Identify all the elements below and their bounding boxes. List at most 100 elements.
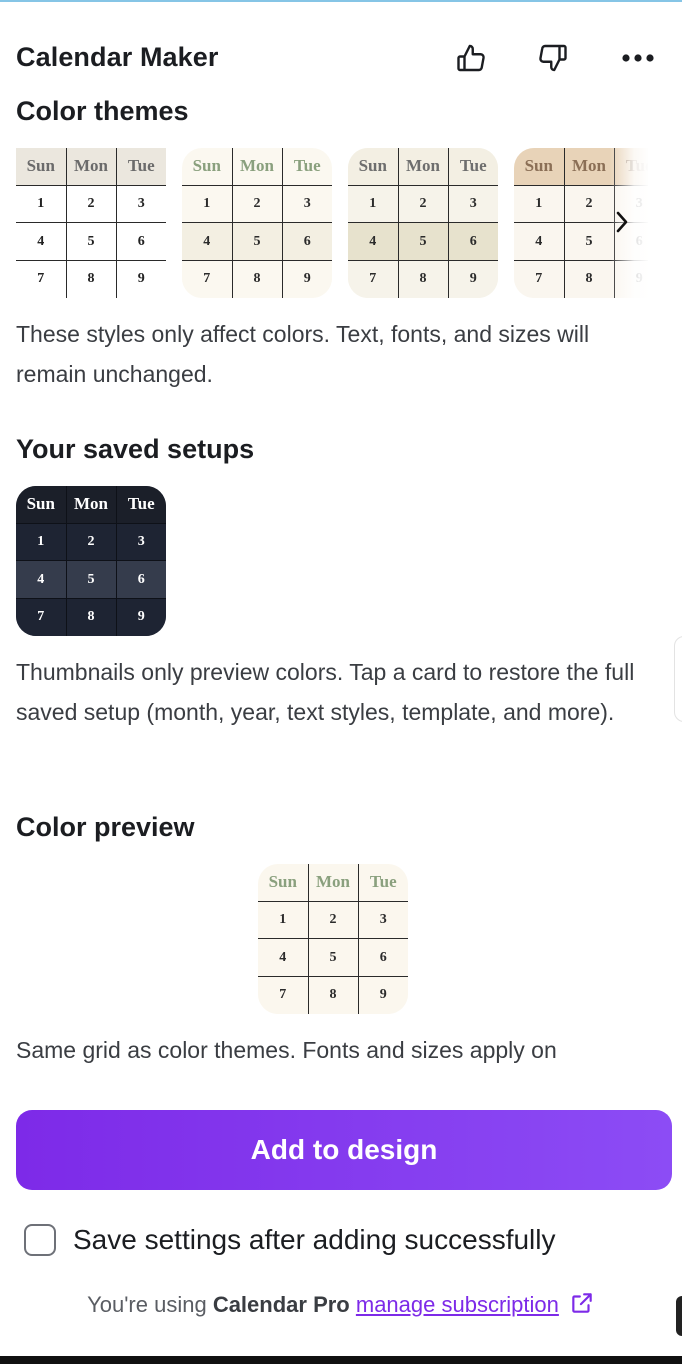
more-icon[interactable] — [618, 38, 658, 78]
date-cell: 9 — [115, 259, 166, 298]
date-cell: 4 — [514, 222, 565, 261]
manage-subscription-link[interactable]: manage subscription — [356, 1292, 559, 1317]
day-header: Sun — [348, 148, 399, 186]
save-settings-checkbox[interactable] — [24, 1224, 56, 1256]
date-cell: 8 — [231, 259, 283, 298]
day-header: Sun — [16, 148, 67, 186]
date-cell: 7 — [16, 597, 67, 636]
day-header: Mon — [65, 486, 117, 524]
side-handle[interactable] — [674, 636, 682, 722]
date-cell: 4 — [182, 222, 233, 261]
app-title: Calendar Maker — [16, 42, 219, 72]
date-cell: 5 — [231, 222, 283, 261]
calendar-maker-panel: Calendar Maker Color themes Sun Mon Tue … — [0, 0, 682, 1364]
date-cell: 8 — [563, 259, 615, 298]
day-header: Sun — [16, 486, 67, 524]
date-cell: 8 — [65, 597, 117, 636]
date-cell: 6 — [115, 560, 166, 599]
header: Calendar Maker — [16, 38, 666, 82]
calendar-grid: Sun Mon Tue 1 2 3 4 5 6 7 8 9 — [16, 486, 166, 636]
date-cell: 7 — [258, 975, 309, 1014]
date-cell: 1 — [258, 900, 309, 940]
date-cell: 4 — [16, 560, 67, 599]
color-preview-title: Color preview — [16, 812, 195, 842]
date-cell: 2 — [65, 184, 117, 224]
day-header: Tue — [115, 148, 166, 186]
color-themes-description: These styles only affect colors. Text, f… — [16, 321, 590, 387]
day-header: Sun — [258, 864, 309, 902]
calendar-grid: Sun Mon Tue 1 2 3 4 5 6 7 8 9 — [182, 148, 332, 298]
date-cell: 3 — [447, 184, 498, 224]
day-header: Mon — [563, 148, 615, 186]
date-cell: 3 — [115, 184, 166, 224]
date-cell: 8 — [307, 975, 359, 1014]
day-header: Mon — [65, 148, 117, 186]
saved-setup-card[interactable]: Sun Mon Tue 1 2 3 4 5 6 7 8 9 — [16, 486, 166, 636]
date-cell: 4 — [258, 938, 309, 977]
date-cell: 2 — [397, 184, 449, 224]
day-header: Sun — [514, 148, 565, 186]
date-cell: 5 — [397, 222, 449, 261]
saved-setups-description: Thumbnails only preview colors. Tap a ca… — [16, 659, 635, 725]
date-cell: 6 — [447, 222, 498, 261]
day-header: Mon — [397, 148, 449, 186]
saved-setups-title: Your saved setups — [16, 434, 255, 464]
color-theme-card-1[interactable]: Sun Mon Tue 1 2 3 4 5 6 7 8 9 — [16, 148, 166, 298]
date-cell: 3 — [281, 184, 332, 224]
calendar-grid: Sun Mon Tue 1 2 3 4 5 6 7 8 9 — [258, 864, 408, 1014]
date-cell: 9 — [613, 259, 648, 298]
date-cell: 1 — [182, 184, 233, 224]
thumbs-up-icon[interactable] — [452, 38, 492, 78]
add-to-design-button[interactable]: Add to design — [16, 1110, 672, 1190]
day-header: Tue — [281, 148, 332, 186]
date-cell: 5 — [65, 560, 117, 599]
save-settings-option[interactable]: Save settings after adding successfully — [24, 1218, 555, 1262]
date-cell: 1 — [16, 184, 67, 224]
color-themes-title: Color themes — [16, 96, 189, 126]
date-cell: 1 — [348, 184, 399, 224]
day-header: Tue — [613, 148, 648, 186]
footer-prefix: You're using — [87, 1292, 213, 1317]
date-cell: 9 — [115, 597, 166, 636]
date-cell: 7 — [182, 259, 233, 298]
date-cell: 2 — [231, 184, 283, 224]
date-cell: 2 — [307, 900, 359, 940]
date-cell: 1 — [514, 184, 565, 224]
chevron-right-icon[interactable] — [606, 206, 638, 238]
date-cell: 5 — [65, 222, 117, 261]
day-header: Tue — [447, 148, 498, 186]
day-header: Sun — [182, 148, 233, 186]
date-cell: 7 — [514, 259, 565, 298]
date-cell: 6 — [281, 222, 332, 261]
color-preview-grid: Sun Mon Tue 1 2 3 4 5 6 7 8 9 — [258, 864, 408, 1014]
day-header: Mon — [231, 148, 283, 186]
plan-name: Calendar Pro — [212, 1292, 350, 1317]
color-theme-card-3[interactable]: Sun Mon Tue 1 2 3 4 5 6 7 8 9 — [348, 148, 498, 298]
date-cell: 9 — [281, 259, 332, 298]
date-cell: 7 — [348, 259, 399, 298]
date-cell: 4 — [348, 222, 399, 261]
date-cell: 6 — [115, 222, 166, 261]
date-cell: 1 — [16, 522, 67, 562]
date-cell: 9 — [447, 259, 498, 298]
date-cell: 6 — [357, 938, 408, 977]
date-cell: 8 — [65, 259, 117, 298]
color-preview-description: Same grid as color themes. Fonts and siz… — [16, 1037, 557, 1063]
color-theme-card-2[interactable]: Sun Mon Tue 1 2 3 4 5 6 7 8 9 — [182, 148, 332, 298]
external-link-icon[interactable] — [569, 1290, 595, 1322]
thumbs-down-icon[interactable] — [532, 38, 572, 78]
date-cell: 5 — [307, 938, 359, 977]
date-cell: 4 — [16, 222, 67, 261]
date-cell: 3 — [357, 900, 408, 940]
calendar-grid: Sun Mon Tue 1 2 3 4 5 6 7 8 9 — [16, 148, 166, 298]
date-cell: 7 — [16, 259, 67, 298]
date-cell: 8 — [397, 259, 449, 298]
bottom-bar — [0, 1356, 682, 1364]
top-accent-bar — [0, 0, 682, 2]
day-header: Tue — [115, 486, 166, 524]
date-cell: 2 — [65, 522, 117, 562]
date-cell: 3 — [115, 522, 166, 562]
day-header: Mon — [307, 864, 359, 902]
calendar-grid: Sun Mon Tue 1 2 3 4 5 6 7 8 9 — [348, 148, 498, 298]
edge-scroll-handle — [676, 1296, 682, 1336]
